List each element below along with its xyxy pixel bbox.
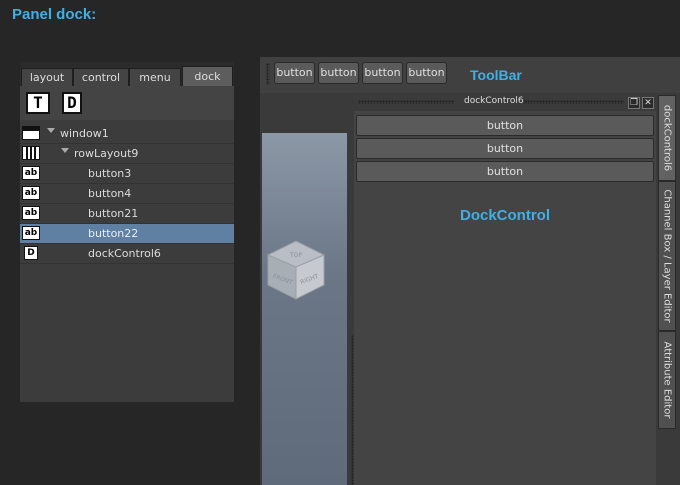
toolbar-button-1[interactable]: button bbox=[274, 62, 315, 84]
tree-label: dockControl6 bbox=[88, 247, 161, 260]
tree-row-button3[interactable]: ab button3 bbox=[20, 164, 234, 184]
tree-label: rowLayout9 bbox=[74, 147, 139, 160]
dock-button-3[interactable]: button bbox=[356, 161, 654, 182]
expand-arrow-icon[interactable] bbox=[61, 148, 69, 153]
toolbar: button button button button ToolBar bbox=[260, 57, 680, 93]
icon-toolbar: T D bbox=[20, 86, 234, 120]
viewport-header bbox=[262, 93, 347, 133]
toolbar-button-2[interactable]: button bbox=[318, 62, 359, 84]
window-icon bbox=[22, 126, 40, 140]
dock-icon: D bbox=[24, 246, 38, 260]
dock-annotation: DockControl bbox=[460, 207, 550, 224]
dock-resize-handle[interactable] bbox=[351, 335, 354, 485]
side-tab-label: Channel Box / Layer Editor bbox=[661, 189, 673, 323]
row-layout-icon bbox=[22, 146, 40, 160]
tab-layout[interactable]: layout bbox=[21, 68, 73, 86]
tab-strip: layout control menu dock bbox=[20, 62, 234, 86]
dock-drag-handle-right[interactable] bbox=[524, 100, 624, 104]
side-tab-dockcontrol6[interactable]: dockControl6 bbox=[658, 95, 676, 181]
dock-button-1[interactable]: button bbox=[356, 115, 654, 136]
dock-titlebar[interactable]: dockControl6 ❐ ✕ bbox=[354, 95, 656, 111]
button-icon: ab bbox=[22, 206, 40, 220]
float-icon[interactable]: ❐ bbox=[628, 97, 640, 109]
tree-label: window1 bbox=[60, 127, 109, 140]
toolbar-annotation: ToolBar bbox=[470, 67, 522, 83]
page-title: Panel dock: bbox=[12, 6, 97, 23]
cube-face-top: TOP bbox=[289, 252, 302, 259]
dock-icon[interactable]: D bbox=[62, 92, 82, 114]
tree-label: button21 bbox=[88, 207, 139, 220]
tab-menu[interactable]: menu bbox=[129, 68, 181, 86]
dock-title: dockControl6 bbox=[464, 96, 524, 106]
toolbar-button-3[interactable]: button bbox=[362, 62, 403, 84]
main-window-area: button button button button ToolBar TOP … bbox=[260, 57, 680, 485]
dock-button-2[interactable]: button bbox=[356, 138, 654, 159]
button-icon: ab bbox=[22, 166, 40, 180]
tree-row-dockcontrol6[interactable]: D dockControl6 bbox=[20, 244, 234, 264]
tree-row-button21[interactable]: ab button21 bbox=[20, 204, 234, 224]
dock-control-panel: dockControl6 ❐ ✕ button button button Do… bbox=[351, 95, 656, 485]
toolbar-button-4[interactable]: button bbox=[406, 62, 447, 84]
view-cube-icon[interactable]: TOP FRONT RIGHT bbox=[262, 233, 334, 303]
side-tab-label: dockControl6 bbox=[661, 104, 673, 172]
side-tab-label: Attribute Editor bbox=[661, 341, 673, 419]
viewport[interactable]: TOP FRONT RIGHT bbox=[262, 133, 347, 485]
tree-label: button3 bbox=[88, 167, 132, 180]
tree-row-window1[interactable]: window1 bbox=[20, 124, 234, 144]
text-icon[interactable]: T bbox=[26, 92, 50, 114]
toolbar-drag-handle[interactable] bbox=[266, 63, 270, 85]
button-icon: ab bbox=[22, 186, 40, 200]
tab-dock[interactable]: dock bbox=[182, 66, 233, 86]
tree-label: button22 bbox=[88, 227, 139, 240]
side-tab-attribute-editor[interactable]: Attribute Editor bbox=[658, 331, 676, 429]
tab-control[interactable]: control bbox=[73, 68, 129, 86]
close-icon[interactable]: ✕ bbox=[642, 97, 654, 109]
outliner-panel: layout control menu dock T D window1 row… bbox=[20, 62, 234, 402]
tree-row-button22[interactable]: ab button22 bbox=[20, 224, 234, 244]
tree-row-rowlayout9[interactable]: rowLayout9 bbox=[20, 144, 234, 164]
button-icon: ab bbox=[22, 226, 40, 240]
tree-label: button4 bbox=[88, 187, 132, 200]
dock-drag-handle-left[interactable] bbox=[358, 100, 454, 104]
side-tab-channel-box[interactable]: Channel Box / Layer Editor bbox=[658, 181, 676, 331]
tree-row-button4[interactable]: ab button4 bbox=[20, 184, 234, 204]
expand-arrow-icon[interactable] bbox=[47, 128, 55, 133]
